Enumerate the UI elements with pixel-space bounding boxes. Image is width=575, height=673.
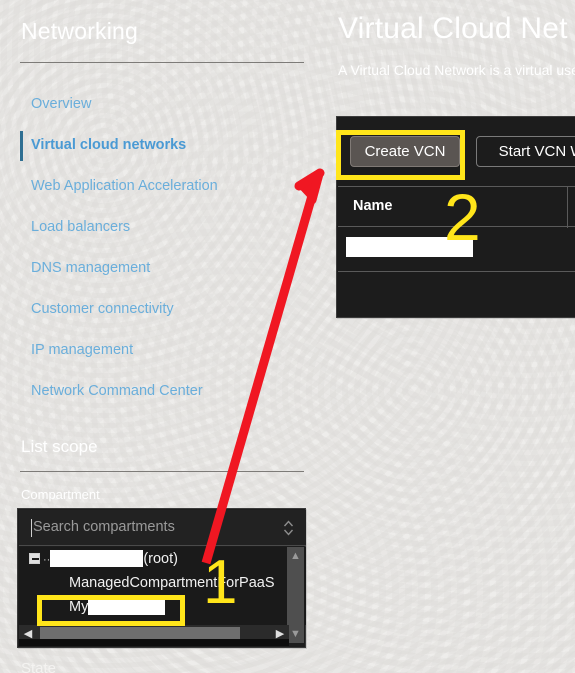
screenshot-root: Networking Overview Virtual cloud network… [0,0,575,673]
sidebar-item-ip-management[interactable]: IP management [0,330,330,371]
sidebar-item-web-application-acceleration[interactable]: Web Application Acceleration [0,166,330,207]
vcn-toolbar: Create VCN Start VCN Wiz [337,117,575,186]
list-scope-title: List scope [21,437,98,456]
list-scope-divider [20,471,304,472]
sidebar-item-dns-management[interactable]: DNS management [0,248,330,289]
sidebar-item-overview[interactable]: Overview [0,84,330,125]
redacted-my-compartment-name [88,597,166,615]
tree-root-suffix: (root) [143,551,178,567]
redacted-root-name [50,549,144,567]
compartment-search-row[interactable]: Search compartments [19,510,306,546]
tree-row-root[interactable]: ·· (root) [19,547,306,571]
sidebar-item-network-command-center[interactable]: Network Command Center [0,371,330,412]
sidebar-nav: Overview Virtual cloud networks Web Applic… [0,84,330,412]
vcn-content-card: Create VCN Start VCN Wiz Name [336,116,575,318]
scroll-down-icon[interactable]: ▼ [289,628,302,640]
sidebar-title: Networking [21,18,139,44]
compartment-picker[interactable]: Search compartments ·· (root) ManagedComp… [17,508,306,648]
page-subtitle: A Virtual Cloud Network is a virtual use… [338,62,575,78]
scroll-up-icon[interactable]: ▲ [289,550,302,562]
tree-row-my-compartment[interactable]: My [19,595,306,619]
vcn-table: Name [338,186,575,318]
sidebar-item-customer-connectivity[interactable]: Customer connectivity [0,289,330,330]
tree-connector: ·· [43,554,51,566]
main-content: Virtual Cloud Net A Virtual Cloud Networ… [336,0,575,673]
text-caret [31,519,32,537]
start-vcn-wizard-button[interactable]: Start VCN Wiz [476,136,575,167]
state-filter-label: State [21,660,57,673]
column-header-name[interactable]: Name [353,198,393,214]
compartment-tree[interactable]: ·· (root) ManagedCompartmentForPaaS My [19,547,306,625]
compartment-tree-vertical-scrollbar[interactable]: ▲ ▼ [287,547,304,643]
sidebar-item-load-balancers[interactable]: Load balancers [0,207,330,248]
create-vcn-button[interactable]: Create VCN [350,136,460,167]
stepper-updown-icon[interactable] [282,519,295,537]
table-row[interactable] [338,227,575,272]
sidebar: Networking Overview Virtual cloud network… [0,0,330,673]
tree-my-prefix: My [69,599,89,615]
expand-minus-icon[interactable] [29,553,40,564]
compartment-label: Compartment [21,487,100,502]
column-divider [567,187,568,228]
table-header-row: Name [338,186,575,228]
sidebar-item-virtual-cloud-networks[interactable]: Virtual cloud networks [0,125,330,166]
redacted-vcn-name-cell [346,237,473,257]
tree-row-managed-compartment[interactable]: ManagedCompartmentForPaaS [19,571,306,595]
picker-bottom-bar [19,639,289,646]
search-compartments-input[interactable]: Search compartments [33,519,175,535]
sidebar-divider-top [20,62,304,63]
page-title: Virtual Cloud Net [338,12,568,45]
table-footer-row [338,272,575,318]
